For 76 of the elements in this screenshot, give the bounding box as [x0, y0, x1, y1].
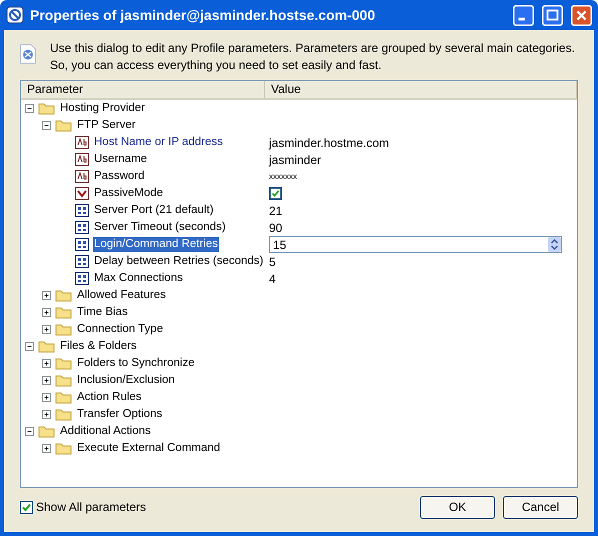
folder-icon: [55, 442, 72, 455]
category-label[interactable]: Additional Actions: [59, 424, 152, 439]
folder-icon: [55, 323, 72, 336]
numeric-field-icon: [75, 272, 89, 285]
close-button[interactable]: [571, 4, 592, 26]
value-text: jasminder: [269, 152, 322, 166]
value-text: xxxxxxx: [269, 172, 297, 181]
cancel-button[interactable]: Cancel: [503, 496, 578, 518]
category-label[interactable]: Allowed Features: [76, 288, 167, 303]
text-field-icon: [75, 136, 89, 149]
expand-icon[interactable]: [42, 393, 51, 402]
category-label[interactable]: Connection Type: [76, 322, 164, 337]
category-label[interactable]: Hosting Provider: [59, 101, 146, 116]
parameter-label[interactable]: Delay between Retries (seconds): [93, 254, 264, 269]
collapse-icon[interactable]: [25, 342, 34, 351]
category-label[interactable]: FTP Server: [76, 118, 137, 133]
collapse-icon[interactable]: [42, 121, 51, 130]
folder-icon: [55, 374, 72, 387]
text-field-icon: [75, 170, 89, 183]
collapse-icon[interactable]: [25, 104, 34, 113]
value-text: 90: [269, 220, 282, 234]
spinner-icon[interactable]: [548, 237, 561, 252]
category-label[interactable]: Action Rules: [76, 390, 143, 405]
category-label[interactable]: Time Bias: [76, 305, 129, 320]
expand-icon[interactable]: [42, 359, 51, 368]
column-header[interactable]: Value: [265, 81, 577, 98]
folder-icon: [55, 119, 72, 132]
numeric-field-icon: [75, 238, 89, 251]
category-label[interactable]: Transfer Options: [76, 407, 164, 422]
text-field-icon: [75, 153, 89, 166]
category-label[interactable]: Execute External Command: [76, 441, 222, 456]
folder-icon: [55, 289, 72, 302]
maximize-button[interactable]: [542, 4, 563, 26]
expand-icon[interactable]: [42, 325, 51, 334]
intro-text: Use this dialog to edit any Profile parameters. Parameters are grouped by several main categories. So, you can access everything you need to set easily and fast.: [50, 40, 576, 74]
numeric-field-icon: [75, 204, 89, 217]
numeric-field-icon: [75, 221, 89, 234]
parameter-label[interactable]: Host Name or IP address: [93, 135, 224, 150]
parameter-label[interactable]: Username: [93, 152, 148, 167]
column-header[interactable]: Parameter: [21, 81, 265, 98]
checkbox[interactable]: [269, 187, 282, 200]
folder-icon: [55, 408, 72, 421]
value-text: 4: [269, 272, 276, 286]
collapse-icon[interactable]: [25, 427, 34, 436]
dropdown-field-icon: [75, 187, 89, 200]
value-input-field[interactable]: 15: [269, 236, 562, 253]
expand-icon[interactable]: [42, 410, 51, 419]
parameter-label[interactable]: PassiveMode: [93, 186, 164, 201]
value-text: 5: [269, 254, 276, 268]
parameter-label[interactable]: Server Timeout (seconds): [93, 220, 227, 235]
value-text: 21: [269, 204, 282, 218]
app-icon: [6, 6, 24, 24]
checkbox-label[interactable]: Show All parameters: [36, 500, 146, 514]
numeric-field-icon: [75, 255, 89, 268]
expand-icon[interactable]: [42, 376, 51, 385]
parameter-label[interactable]: Max Connections: [93, 271, 184, 286]
folder-icon: [55, 357, 72, 370]
folder-icon: [38, 340, 55, 353]
folder-icon: [55, 306, 72, 319]
ok-button[interactable]: OK: [420, 496, 495, 518]
parameter-label[interactable]: Server Port (21 default): [93, 203, 215, 218]
category-label[interactable]: Inclusion/Exclusion: [76, 373, 176, 388]
expand-icon[interactable]: [42, 291, 51, 300]
expand-icon[interactable]: [42, 444, 51, 453]
folder-icon: [38, 425, 55, 438]
checkbox[interactable]: [20, 500, 33, 514]
window-title: Properties of jasminder@jasminder.hostse.com-000: [30, 7, 376, 23]
expand-icon[interactable]: [42, 308, 51, 317]
category-label[interactable]: Folders to Synchronize: [76, 356, 196, 371]
value-text: jasminder.hostme.com: [269, 136, 390, 150]
folder-icon: [38, 102, 55, 115]
minimize-button[interactable]: [513, 4, 534, 26]
folder-icon: [55, 391, 72, 404]
parameter-label[interactable]: Password: [93, 169, 146, 184]
parameter-label[interactable]: Login/Command Retries: [93, 237, 220, 252]
category-label[interactable]: Files & Folders: [59, 339, 138, 354]
